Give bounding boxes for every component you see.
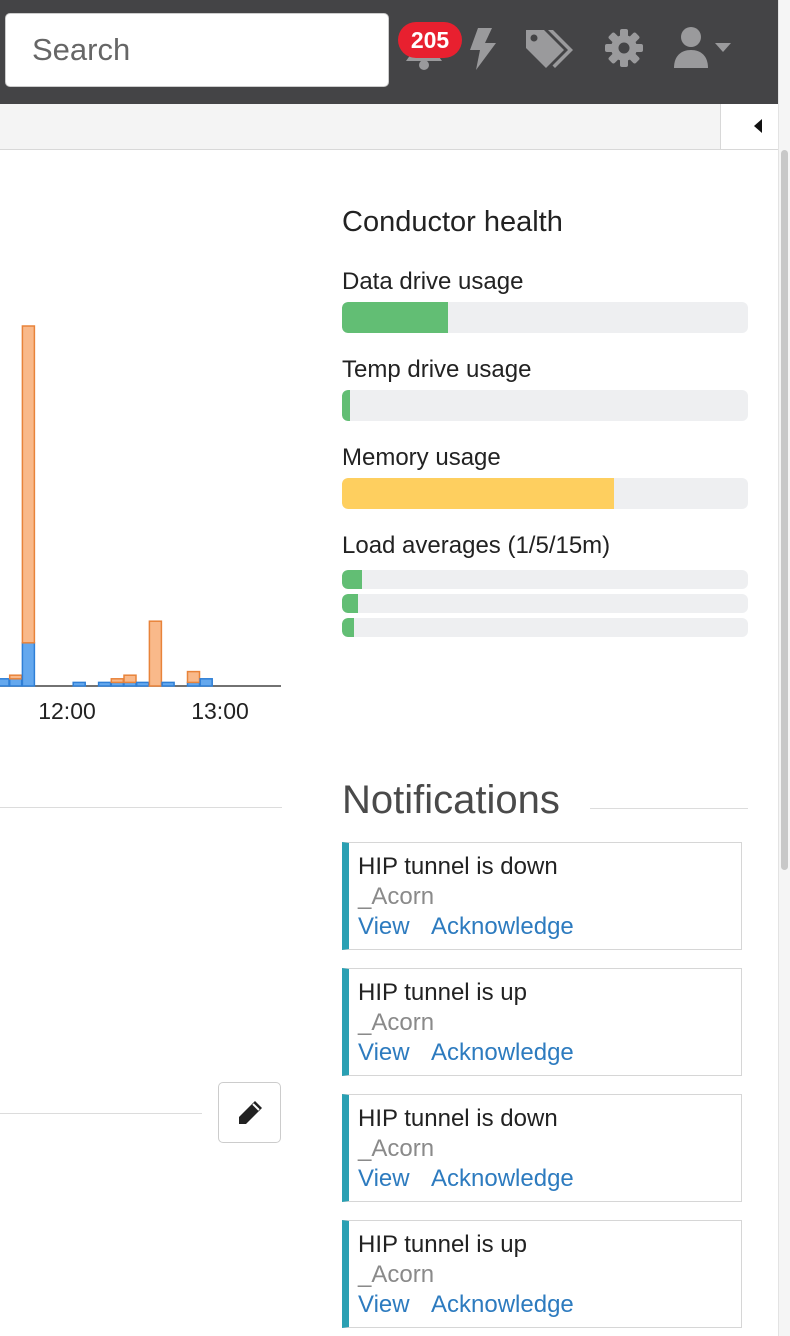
data-drive-bar [342, 302, 748, 333]
collapse-sidebar-button[interactable] [720, 104, 778, 149]
notification-card: HIP tunnel is up _Acorn View Acknowledge [342, 1220, 742, 1328]
chart-bar-series-1-13 [161, 681, 175, 687]
chart-bar-series-2-10 [123, 674, 137, 684]
chart-bar-series-1-11 [135, 681, 150, 687]
acknowledge-link[interactable]: Acknowledge [431, 1165, 574, 1193]
load-1m-bar-fill [342, 570, 363, 589]
notification-title: HIP tunnel is up [358, 979, 527, 1006]
edit-button[interactable] [218, 1082, 281, 1143]
chart-bar-series-1-16 [199, 678, 213, 687]
alerts-count-badge[interactable]: 205 [398, 22, 462, 58]
view-link[interactable]: View [358, 913, 410, 941]
section-divider [0, 1113, 202, 1114]
temp-drive-bar-fill [342, 390, 351, 421]
notification-card: HIP tunnel is down _Acorn View Acknowled… [342, 1094, 742, 1202]
memory-usage-label: Memory usage [342, 444, 501, 471]
section-divider [0, 807, 282, 808]
search-input[interactable] [5, 13, 389, 87]
notification-card: HIP tunnel is down _Acorn View Acknowled… [342, 842, 742, 950]
notification-source: _Acorn [358, 1009, 435, 1036]
load-1m-bar [342, 570, 748, 589]
secondary-toolbar [0, 104, 778, 150]
temp-drive-label: Temp drive usage [342, 356, 532, 383]
notification-source: _Acorn [358, 1261, 435, 1288]
temp-drive-bar [342, 390, 748, 421]
memory-usage-bar-fill [342, 478, 615, 509]
scroll-thumb[interactable] [781, 150, 788, 870]
load-5m-bar [342, 594, 748, 613]
notifications-title: Notifications [342, 778, 560, 822]
notification-source: _Acorn [358, 1135, 435, 1162]
chart-bars [0, 325, 213, 687]
acknowledge-link[interactable]: Acknowledge [431, 1039, 574, 1067]
chart-bar-series-2-15 [186, 670, 201, 684]
chart-bar-series-2-9 [110, 678, 125, 684]
chart-ticks: 12:00 13:00 [38, 698, 249, 724]
pencil-icon [239, 1101, 262, 1124]
notifications-title-rule [590, 808, 748, 809]
notification-source: _Acorn [358, 883, 435, 910]
acknowledge-link[interactable]: Acknowledge [431, 913, 574, 941]
view-link[interactable]: View [358, 1291, 410, 1319]
top-navbar: 205 [0, 0, 778, 104]
load-15m-bar-fill [342, 618, 355, 637]
load-5m-bar-fill [342, 594, 359, 613]
load-averages-label: Load averages (1/5/15m) [342, 532, 611, 559]
conductor-health-title: Conductor health [342, 206, 563, 238]
activity-bar-chart: 12:00 13:00 [0, 325, 281, 724]
chart-bar-series-2-12 [148, 620, 163, 687]
notification-title: HIP tunnel is down [358, 853, 558, 880]
memory-usage-bar [342, 478, 748, 509]
x-tick-label: 12:00 [38, 698, 96, 724]
caret-down-icon[interactable] [714, 42, 732, 54]
data-drive-label: Data drive usage [342, 268, 524, 295]
view-link[interactable]: View [358, 1165, 410, 1193]
chart-bar-series-1-1 [8, 678, 23, 687]
caret-left-icon [754, 119, 762, 133]
gear-icon[interactable] [604, 28, 644, 68]
user-icon[interactable] [672, 26, 710, 70]
notification-title: HIP tunnel is down [358, 1105, 558, 1132]
x-tick-label: 13:00 [191, 698, 249, 724]
chart-bar-series-2-1 [8, 674, 23, 680]
notification-card: HIP tunnel is up _Acorn View Acknowledge [342, 968, 742, 1076]
view-link[interactable]: View [358, 1039, 410, 1067]
data-drive-bar-fill [342, 302, 448, 333]
chart-bar-series-1-0 [0, 678, 10, 687]
chart-bar-series-1-6 [72, 681, 86, 687]
acknowledge-link[interactable]: Acknowledge [431, 1291, 574, 1319]
lightning-icon[interactable] [468, 28, 498, 70]
chart-bar-series-2-2 [21, 325, 36, 644]
load-15m-bar [342, 618, 748, 637]
chart-bar-series-1-8 [97, 681, 112, 687]
tags-icon[interactable] [524, 26, 576, 70]
chart-bar-series-1-2 [21, 642, 36, 687]
notification-title: HIP tunnel is up [358, 1231, 527, 1258]
page-scrollbar[interactable] [778, 0, 790, 1336]
